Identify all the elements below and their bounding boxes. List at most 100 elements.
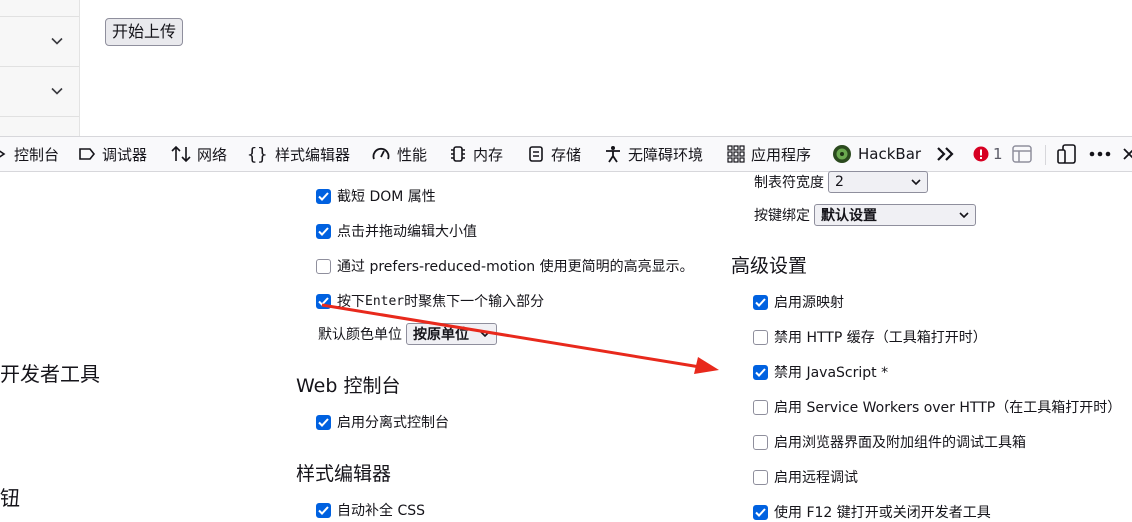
svg-text:{}: {} (247, 145, 267, 163)
default-color-unit-setting: 默认颜色单位 按原单位 (318, 323, 497, 345)
start-upload-button[interactable]: 开始上传 (105, 18, 184, 46)
option-label-code: Enter (365, 293, 405, 309)
option-truncate-dom-attributes[interactable]: 截短 DOM 属性 (316, 186, 436, 206)
split-panel-icon[interactable] (1012, 145, 1032, 163)
option-label: 启用分离式控制台 (337, 415, 449, 431)
tab-console[interactable]: 控制台 (0, 137, 59, 171)
select-value: 2 (835, 174, 844, 190)
option-remote-debugging[interactable]: 启用远程调试 (753, 467, 858, 487)
tab-hackbar[interactable]: HackBar (832, 137, 921, 171)
console-icon (0, 150, 6, 158)
option-source-maps[interactable]: 启用源映射 (753, 292, 844, 312)
double-chevron-right-icon[interactable] (936, 146, 956, 162)
checkbox[interactable] (753, 364, 768, 380)
checkbox[interactable] (753, 469, 768, 485)
option-label: 启用源映射 (774, 295, 844, 311)
checkbox[interactable] (316, 223, 331, 239)
hackbar-icon (833, 145, 851, 163)
panel-row[interactable] (0, 17, 79, 67)
tab-label: 应用程序 (751, 145, 812, 164)
checkbox[interactable] (753, 294, 768, 310)
checkbox[interactable] (316, 258, 331, 274)
option-service-workers-http[interactable]: 启用 Service Workers over HTTP（在工具箱打开时） (753, 397, 1121, 417)
checkbox[interactable] (753, 434, 768, 450)
option-browser-chrome-debugging[interactable]: 启用浏览器界面及附加组件的调试工具箱 (753, 432, 1026, 452)
error-icon (973, 146, 989, 162)
option-label: 点击并拖动编辑大小值 (337, 224, 477, 240)
tab-label: 样式编辑器 (275, 145, 351, 164)
option-label: 启用浏览器界面及附加组件的调试工具箱 (774, 435, 1026, 451)
tab-label: 内存 (473, 145, 504, 164)
option-split-console[interactable]: 启用分离式控制台 (316, 412, 449, 432)
devtools-toolbar: 控制台 调试器 网络 {} 样式编辑器 性能 内存 存储 无障碍环境 应用程序 … (0, 136, 1132, 172)
error-count[interactable]: 1 (973, 137, 1003, 171)
application-icon (727, 145, 745, 163)
tab-label: 网络 (197, 145, 228, 164)
tab-network[interactable]: 网络 (171, 137, 227, 171)
tab-label: 控制台 (14, 145, 60, 164)
default-color-unit-select[interactable]: 按原单位 (406, 323, 497, 345)
chevron-down-icon (959, 211, 969, 218)
keybinding-label: 按键绑定 (754, 208, 810, 224)
section-heading-fragment: 开发者工具 (0, 362, 100, 386)
checkbox[interactable] (753, 399, 768, 415)
tab-performance[interactable]: 性能 (371, 137, 427, 171)
responsive-design-icon[interactable] (1057, 144, 1077, 164)
checkbox[interactable] (316, 502, 331, 518)
checkbox[interactable] (316, 293, 331, 309)
advanced-settings-heading: 高级设置 (731, 255, 808, 277)
tab-label: HackBar (858, 145, 922, 163)
checkbox[interactable] (316, 414, 331, 430)
select-value: 默认设置 (821, 208, 877, 224)
option-drag-to-edit[interactable]: 点击并拖动编辑大小值 (316, 221, 477, 241)
tab-application[interactable]: 应用程序 (727, 137, 811, 171)
style-editor-heading: 样式编辑器 (296, 463, 392, 485)
tab-label: 调试器 (102, 145, 148, 164)
checkbox[interactable] (753, 329, 768, 345)
more-options-icon[interactable] (1089, 151, 1111, 157)
select-value: 按原单位 (413, 327, 469, 343)
option-reduced-motion-highlight[interactable]: 通过 prefers-reduced-motion 使用更简明的高亮显示。 (316, 256, 694, 276)
tab-label: 存储 (551, 145, 582, 164)
option-disable-http-cache[interactable]: 禁用 HTTP 缓存（工具箱打开时） (753, 327, 987, 347)
option-label: 禁用 JavaScript * (774, 365, 889, 381)
option-label-suffix: 时聚焦下一个输入部分 (404, 294, 545, 310)
tab-size-select[interactable]: 2 (828, 171, 928, 193)
panel-row[interactable] (0, 67, 79, 117)
option-disable-javascript[interactable]: 禁用 JavaScript * (753, 362, 888, 382)
tab-size-label: 制表符宽度 (754, 175, 824, 191)
toolbar-divider (1045, 145, 1046, 165)
memory-icon (451, 146, 465, 162)
option-f12-toggle[interactable]: 使用 F12 键打开或关闭开发者工具 (753, 502, 991, 522)
tab-debugger[interactable]: 调试器 (78, 137, 147, 171)
tab-style-editor[interactable]: {} 样式编辑器 (247, 137, 350, 171)
chevron-down-icon (480, 330, 490, 337)
close-devtools[interactable] (1122, 137, 1132, 171)
section-heading-fragment: 钮 (0, 486, 20, 510)
debugger-icon (79, 148, 96, 160)
option-label: 禁用 HTTP 缓存（工具箱打开时） (774, 330, 987, 346)
default-color-unit-label: 默认颜色单位 (318, 327, 402, 343)
keybinding-select[interactable]: 默认设置 (814, 204, 976, 226)
chevron-down-icon[interactable] (49, 33, 65, 49)
more-tools-chevron[interactable] (936, 137, 956, 171)
tab-accessibility[interactable]: 无障碍环境 (604, 137, 703, 171)
close-icon[interactable] (1122, 146, 1132, 162)
option-autocomplete-css[interactable]: 自动补全 CSS (316, 500, 425, 520)
style-editor-icon: {} (247, 145, 267, 163)
responsive-design-mode[interactable] (1057, 137, 1077, 171)
accessibility-icon (606, 146, 620, 163)
network-icon (171, 145, 191, 163)
chevron-down-icon[interactable] (49, 83, 65, 99)
option-label: 自动补全 CSS (337, 503, 425, 519)
tab-memory[interactable]: 内存 (449, 137, 503, 171)
performance-icon (372, 147, 390, 160)
option-enter-focus-next[interactable]: 按下 Enter 时聚焦下一个输入部分 (316, 291, 544, 311)
toolbox-menu[interactable] (1089, 137, 1111, 171)
split-console-toggle[interactable] (1012, 137, 1032, 171)
tab-storage[interactable]: 存储 (527, 137, 581, 171)
checkbox[interactable] (316, 188, 331, 204)
chevron-down-icon (911, 178, 921, 185)
panel-row (0, 0, 79, 17)
checkbox[interactable] (753, 504, 768, 520)
